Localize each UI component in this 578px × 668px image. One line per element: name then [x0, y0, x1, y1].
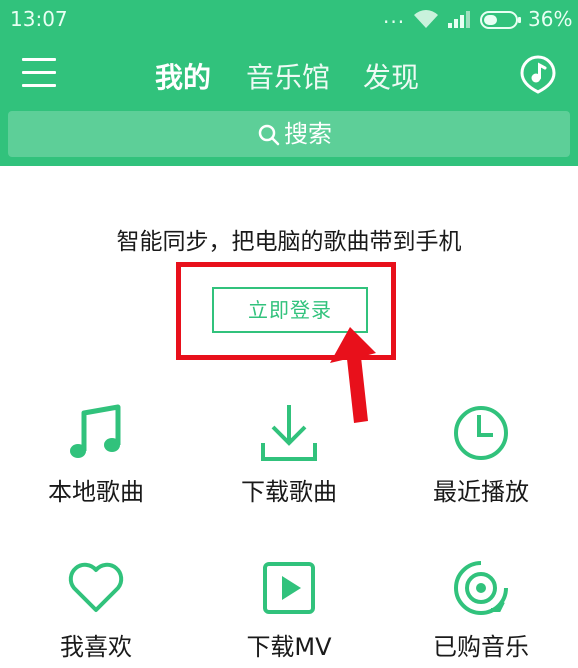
- clock-icon: [454, 406, 508, 460]
- sync-prompt-text: 智能同步，把电脑的歌曲带到手机: [116, 229, 462, 255]
- battery-percent: 36%: [528, 7, 573, 31]
- tab-discover[interactable]: 发现: [363, 56, 419, 96]
- tab-mine[interactable]: 我的: [155, 56, 211, 96]
- tile-label: 下载歌曲: [241, 478, 337, 506]
- purchased-disc-icon: [454, 561, 508, 615]
- status-more-dots: ...: [383, 4, 406, 28]
- battery-icon: [480, 11, 521, 29]
- heart-icon: [68, 562, 124, 612]
- downloaded-songs-tile[interactable]: 下载歌曲: [214, 403, 364, 513]
- download-icon: [261, 405, 317, 461]
- search-bar[interactable]: 搜索: [8, 111, 570, 157]
- tile-label: 下载MV: [246, 633, 332, 661]
- video-play-icon: [263, 562, 315, 614]
- tab-music-hall[interactable]: 音乐馆: [246, 56, 330, 96]
- music-note-icon: [70, 404, 121, 458]
- recently-played-tile[interactable]: 最近播放: [406, 403, 556, 513]
- search-label: 搜索: [284, 120, 332, 148]
- wifi-icon: [414, 10, 438, 28]
- purchased-music-tile[interactable]: 已购音乐: [406, 558, 556, 668]
- now-playing-icon[interactable]: [518, 54, 558, 94]
- my-favorites-tile[interactable]: 我喜欢: [21, 558, 171, 668]
- hamburger-menu-icon[interactable]: [22, 58, 58, 88]
- status-time: 13:07: [10, 7, 68, 31]
- app-header: 13:07 ... 36% 我的 音乐馆 发现 搜索: [0, 0, 578, 166]
- signal-icon: [448, 11, 470, 28]
- downloaded-mv-tile[interactable]: 下载MV: [214, 558, 364, 668]
- tile-label: 最近播放: [433, 478, 529, 506]
- status-bar: 13:07 ... 36%: [0, 0, 578, 40]
- local-songs-tile[interactable]: 本地歌曲: [21, 403, 171, 513]
- tile-label: 本地歌曲: [48, 478, 144, 506]
- tile-label: 我喜欢: [60, 633, 132, 661]
- search-icon: [258, 124, 280, 146]
- tile-label: 已购音乐: [433, 633, 529, 661]
